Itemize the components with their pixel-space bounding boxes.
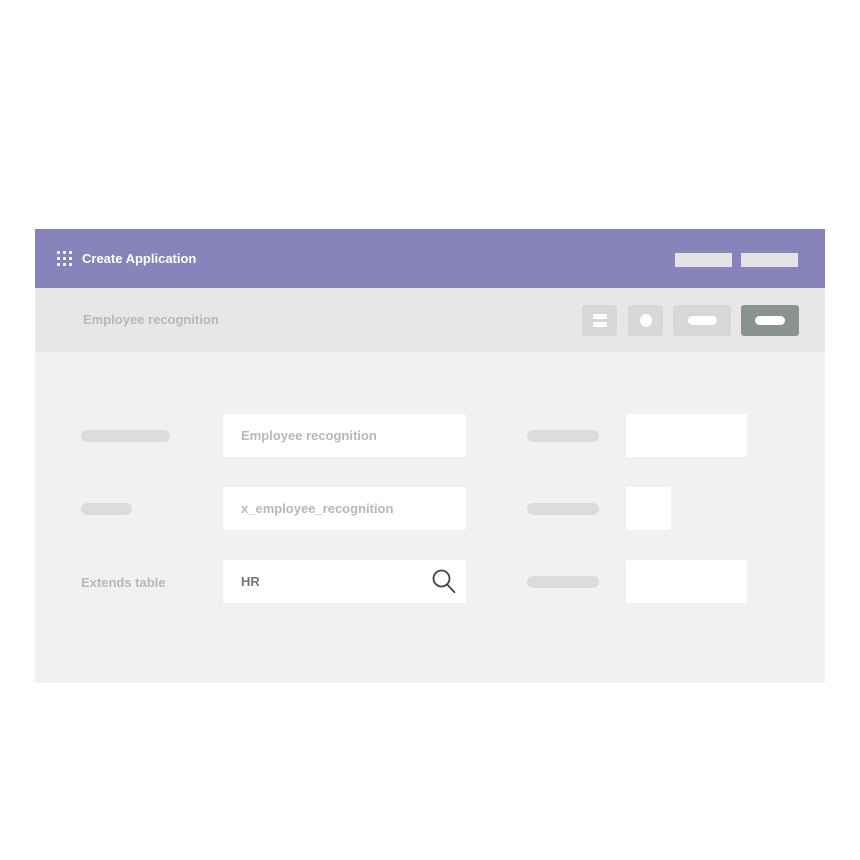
header-button-2[interactable]	[741, 253, 798, 267]
circle-button[interactable]	[628, 305, 663, 336]
field-label-placeholder	[527, 576, 599, 588]
extends-table-label: Extends table	[81, 575, 166, 590]
field-label-placeholder	[527, 503, 599, 515]
field-label-placeholder	[527, 430, 599, 442]
application-name-field[interactable]: Employee recognition	[223, 414, 466, 457]
side-field-2[interactable]	[626, 487, 671, 530]
circle-icon	[640, 314, 652, 327]
form-name: Employee recognition	[83, 312, 219, 327]
list-icon-line	[593, 322, 607, 327]
app-window: Create Application Employee recognition …	[35, 229, 825, 683]
grid-icon[interactable]	[57, 251, 72, 266]
app-title: Create Application	[82, 251, 197, 266]
field-label-placeholder	[81, 503, 132, 515]
form-toolbar: Employee recognition	[35, 288, 825, 352]
title-bar: Create Application	[35, 229, 825, 288]
pill-icon	[755, 316, 785, 325]
search-icon[interactable]	[432, 569, 456, 594]
list-view-button[interactable]	[582, 305, 617, 336]
field-label-placeholder	[81, 430, 170, 442]
side-field-1[interactable]	[626, 414, 747, 457]
extends-table-value: HR	[241, 574, 260, 589]
scope-field[interactable]: x_employee_recognition	[223, 487, 466, 530]
list-icon	[593, 314, 607, 319]
secondary-action-button[interactable]	[673, 305, 731, 336]
header-button-1[interactable]	[675, 253, 732, 267]
pill-icon	[688, 316, 717, 325]
primary-action-button[interactable]	[741, 305, 799, 336]
side-field-3[interactable]	[626, 560, 747, 603]
extends-table-field[interactable]: HR	[223, 560, 466, 603]
